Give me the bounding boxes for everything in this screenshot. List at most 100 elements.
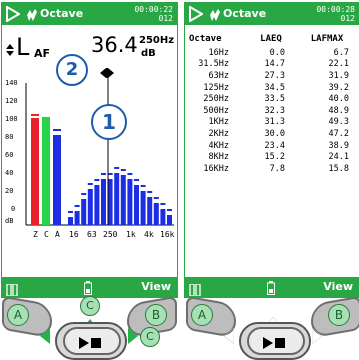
octave-bar	[101, 179, 106, 225]
row-lafmax: 24.1	[328, 152, 349, 163]
table-row: 16KHz 7.8 15.8	[189, 163, 355, 175]
row-laeq: 27.3	[264, 70, 285, 81]
logo-icon	[209, 7, 221, 26]
button-b-badge-right: B	[328, 304, 350, 326]
table-row: 31.5Hz 14.7 22.1	[189, 59, 355, 71]
col-laeq: LAEQ	[260, 34, 282, 44]
up-down-arrow-icon	[6, 41, 14, 60]
left-bottom-bar: View	[2, 277, 177, 297]
octave-peak-mark	[94, 179, 100, 181]
callout-1: 1	[91, 104, 127, 140]
octave-bar	[120, 175, 126, 225]
play-icon	[189, 5, 204, 26]
button-a-label: A	[13, 308, 23, 322]
octave-bar	[68, 217, 73, 225]
octave-peak-mark	[160, 203, 166, 205]
octave-bar	[134, 185, 139, 225]
octave-bar	[74, 211, 80, 225]
table-row: 1KHz 31.3 49.3	[189, 117, 355, 129]
table-row: 63Hz 27.3 31.9	[189, 70, 355, 82]
octave-table: Octave LAEQ LAFMAX 16Hz 0.0 6.7 31.5Hz 14.7 2…	[189, 31, 355, 175]
measure-value: 36.4	[91, 33, 138, 57]
view-softkey-label[interactable]: View	[323, 280, 353, 293]
row-laeq: 31.3	[264, 117, 285, 128]
y-tick: 100	[5, 115, 18, 123]
octave-peak-mark	[153, 197, 159, 199]
x-label: C	[44, 230, 49, 239]
button-b-label-right: B	[334, 308, 344, 322]
nav-right-arrow-icon[interactable]	[311, 326, 323, 348]
button-a-badge-right: A	[191, 304, 213, 326]
octave-bar	[114, 173, 120, 225]
button-b-badge: B	[145, 304, 167, 326]
left-screen: Octave 00:00:22 012 L AF 36.4 250Hz dB 2	[1, 2, 178, 298]
table-header-row: Octave LAEQ LAFMAX	[189, 31, 355, 47]
octave-peak-mark	[68, 211, 73, 213]
col-octave: Octave	[189, 34, 222, 44]
x-label: 16k	[160, 230, 175, 239]
row-octave: 4KHz	[208, 140, 229, 151]
row-lafmax: 15.8	[328, 163, 349, 174]
y-tick: 120	[5, 97, 18, 105]
x-label: A	[55, 230, 60, 239]
octave-bar	[167, 215, 172, 225]
play-stop-icon	[79, 334, 103, 353]
nav-left-arrow-icon[interactable]	[223, 326, 235, 348]
table-row: 16Hz 0.0 6.7	[189, 47, 355, 59]
y-tick: 60	[5, 151, 14, 159]
row-octave: 31.5Hz	[198, 59, 229, 70]
y-unit: dB	[5, 217, 14, 225]
table-row: 4KHz 23.4 38.9	[189, 140, 355, 152]
x-label: Z	[33, 230, 38, 239]
measure-freq: 250Hz	[139, 35, 175, 46]
button-c-label-right: C	[146, 330, 154, 343]
table-row: 500Hz 32.3 48.9	[189, 105, 355, 117]
row-octave: 1KHz	[208, 117, 229, 128]
app-title: Octave	[40, 7, 84, 20]
octave-peak-mark	[81, 193, 87, 195]
y-tick: 80	[5, 133, 14, 141]
octave-bar	[140, 191, 146, 225]
x-label: 16	[69, 230, 79, 239]
octave-bar	[94, 185, 100, 225]
table-row: 2KHz 30.0 47.2	[189, 128, 355, 140]
right-screen: Octave 00:00:28 012 Octave LAEQ LAFMAX 1…	[184, 2, 359, 298]
row-laeq: 15.2	[264, 152, 285, 163]
octave-peak-mark	[127, 173, 133, 175]
clock-count: 012	[340, 14, 355, 23]
table-row: 8KHz 15.2 24.1	[189, 151, 355, 163]
y-tick: 20	[5, 187, 14, 195]
button-c-badge-right: C	[140, 327, 160, 347]
clock-time: 00:00:28	[316, 5, 355, 14]
row-lafmax: 6.7	[333, 47, 349, 58]
octave-bar	[87, 189, 93, 225]
play-stop-button[interactable]	[55, 322, 127, 360]
measure-sub: AF	[34, 47, 51, 60]
x-label: 4k	[144, 230, 154, 239]
button-a-badge: A	[7, 304, 29, 326]
octave-peak-mark	[140, 185, 146, 187]
row-lafmax: 22.1	[328, 59, 349, 70]
row-laeq: 30.0	[264, 128, 285, 139]
play-stop-button-right[interactable]	[239, 322, 311, 360]
row-laeq: 23.4	[264, 140, 285, 151]
octave-peak-mark	[147, 191, 153, 193]
clock-count: 012	[158, 14, 173, 23]
octave-peak-mark	[167, 209, 172, 211]
nav-right-arrow-icon[interactable]	[128, 328, 138, 348]
row-lafmax: 49.3	[328, 117, 349, 128]
row-octave: 2KHz	[208, 128, 229, 139]
play-icon	[6, 5, 21, 26]
row-lafmax: 38.9	[328, 140, 349, 151]
button-c-label: C	[86, 299, 94, 312]
nav-left-arrow-icon[interactable]	[40, 328, 50, 348]
row-lafmax: 47.2	[328, 128, 349, 139]
left-title-bar: Octave 00:00:22 012	[2, 3, 177, 25]
table-row: 125Hz 34.5 39.2	[189, 82, 355, 94]
callout-1-label: 1	[102, 110, 116, 134]
app-title: Octave	[223, 7, 267, 20]
view-softkey-label[interactable]: View	[141, 280, 171, 293]
measure-unit: dB	[141, 48, 156, 59]
battery-icon	[267, 280, 275, 299]
octave-peak-mark	[120, 169, 126, 171]
